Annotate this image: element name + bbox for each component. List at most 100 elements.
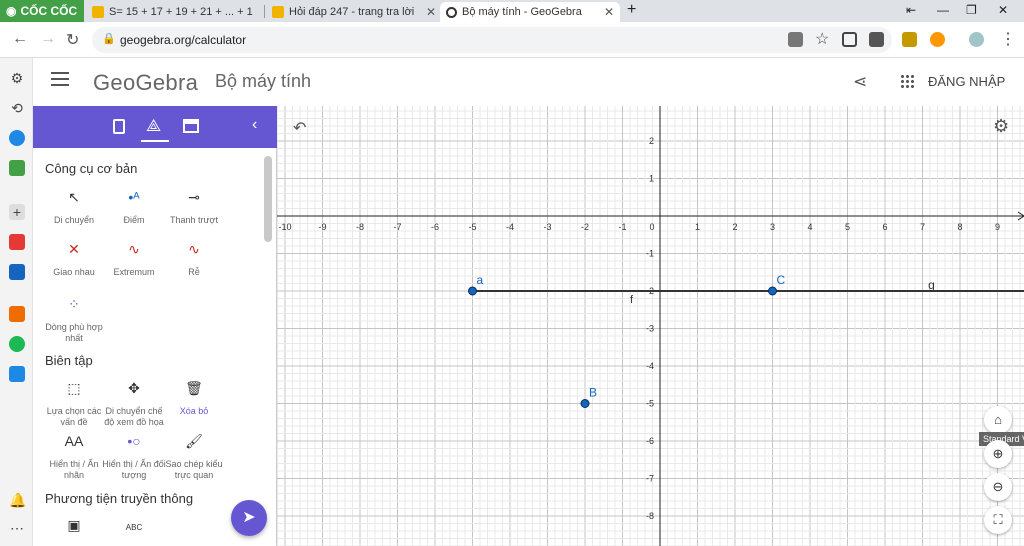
new-tab-button[interactable]: + [627,1,636,19]
tool-image[interactable]: ▣ [42,517,106,543]
x-tick-label: -8 [356,222,364,232]
x-tick-label: 5 [845,222,850,232]
table-icon[interactable] [183,119,199,133]
tool-point[interactable]: •ᴬ Điểm [102,190,166,226]
coordinate-plane[interactable]: -10 -9 -8 -7 -6 -5 -4 -3 -2 -1 0 1 2 3 4 5 6 7 8 921-1-2-3-… [277,106,1024,546]
more-icon[interactable]: ⋯ [9,520,25,536]
panel-toolbar: ⟁ ‹ [33,106,277,148]
tool-show-hide-object[interactable]: •○ Hiển thị / Ẩn đối tượng [102,434,166,481]
close-icon[interactable]: ✕ [426,5,436,19]
browser-sidebar: ⚙ ⟲ + 🔔 ⋯ [0,58,33,546]
hamburger-menu-icon[interactable] [51,72,69,74]
download-icon[interactable] [869,32,884,47]
cursor-arrow-icon: ➤ [242,509,256,526]
brush-icon: 🖌 [185,433,203,449]
history-icon[interactable]: ⟲ [9,100,25,116]
forward-button[interactable]: → [40,30,56,48]
messenger-icon[interactable] [9,130,25,146]
x-tick-label: 2 [732,222,737,232]
fullscreen-button[interactable]: ⛶ [984,506,1012,534]
tool-slider[interactable]: ⊸ Thanh trượt [162,190,226,226]
active-tab-indicator [141,140,169,142]
tab-2[interactable]: Hỏi đáp 247 - trang tra lời ✕ [266,2,442,22]
tools-panel: ⟁ ‹ Công cụ cơ bản ↖ Di chuyển •ᴬ Điểm ⊸ Th… [33,106,277,546]
maximize-button[interactable]: ❐ [966,3,977,17]
home-button[interactable]: ⌂ [984,406,1012,434]
select-box-icon: ⬚ [67,380,81,396]
tab-list-icon[interactable]: ⇤ [906,3,916,17]
login-button[interactable]: ĐĂNG NHẬP [928,74,1005,89]
share-icon[interactable]: ⋖ [853,72,867,92]
x-tick-label: 3 [770,222,775,232]
reload-button[interactable]: ↻ [66,30,79,50]
zoom-in-button[interactable]: ⊕ [984,440,1012,468]
tool-select-objects[interactable]: ⬚ Lựa chọn các vấn đề [42,380,106,428]
point-label: B [589,386,597,400]
coccoc-brand[interactable]: ◉ CỐC CỐC [0,0,84,22]
tab-1[interactable]: S= 15 + 17 + 19 + 21 + ... + 1 [86,2,262,22]
tool-roots[interactable]: ∿ Rễ [162,242,226,278]
add-icon[interactable]: + [9,204,25,220]
calculator-icon[interactable] [113,119,125,134]
facebook-icon[interactable] [9,264,25,280]
menu-dots-icon[interactable]: ⋮ [1000,29,1016,49]
lock-icon: 🔒 [102,33,116,45]
address-bar: ← → ↻ 🔒 geogebra.org/calculator ☆ ⋮ [0,22,1024,58]
axis-label-f: f [630,294,634,306]
tool-text[interactable]: ABC [102,522,166,533]
tool-move-graphics-view[interactable]: ✥ Di chuyển chế độ xem đồ họa [102,381,166,428]
avatar[interactable] [969,32,984,47]
cursor-fab-button[interactable]: ➤ [231,500,267,536]
tool-delete[interactable]: 🗑 Xóa bỏ [162,381,226,417]
fullscreen-icon: ⛶ [993,512,1003,527]
tab-3-active[interactable]: Bộ máy tính - GeoGebra ✕ [440,2,620,22]
notification-bell-icon[interactable]: 🔔 [9,492,26,508]
sale-icon[interactable] [9,366,25,382]
shop-icon[interactable] [9,306,25,322]
best-fit-line-icon: ⁘ [68,296,80,312]
tools-shapes-icon[interactable]: ⟁ [146,116,161,136]
collapse-chevron-icon[interactable]: ‹ [252,116,257,134]
page-title: Bộ máy tính [215,71,312,91]
settings-gear-icon[interactable]: ⚙ [993,116,1009,137]
x-tick-label: 9 [995,222,1000,232]
bookmark-star-icon[interactable]: ☆ [815,29,829,49]
image-icon: ▣ [67,517,81,533]
tab-title: Bộ máy tính - GeoGebra [462,6,582,18]
cursor-arrow-icon: ↖ [68,189,80,205]
apps-grid-icon[interactable] [900,74,914,88]
youtube-icon[interactable] [9,234,25,250]
y-tick-label: -1 [646,249,654,259]
tool-intersect[interactable]: ✕ Giao nhau [42,241,106,278]
y-tick-label: -5 [646,399,654,409]
translate-icon[interactable] [788,32,803,47]
graphics-view[interactable]: -10 -9 -8 -7 -6 -5 -4 -3 -2 -1 0 1 2 3 4 5 6 7 8 9 2 1 -1 -2 -3-… [277,106,1024,546]
tool-best-fit-line[interactable]: ⁘ Dòng phù hợp nhất [42,296,106,344]
zoom-out-button[interactable]: ⊖ [984,473,1012,501]
close-window-button[interactable]: ✕ [998,3,1008,17]
minimize-button[interactable]: — [937,3,949,17]
x-tick-label: -10 [278,222,291,232]
tool-show-hide-label[interactable]: AA Hiển thị / Ẩn nhãn [42,434,106,481]
undo-icon[interactable]: ↶ [293,118,306,138]
back-button[interactable]: ← [12,30,28,48]
shield-icon[interactable] [842,32,857,47]
game-icon[interactable] [9,160,25,176]
extension-icon[interactable] [930,32,945,47]
url-text: geogebra.org/calculator [120,33,247,47]
panel-scrollbar[interactable] [264,156,272,242]
tool-copy-visual-style[interactable]: 🖌 Sao chép kiểu trực quan [162,433,226,481]
home-icon: ⌂ [994,412,1002,427]
section-basic-tools: Công cụ cơ bản [45,161,138,176]
close-icon[interactable]: ✕ [604,5,614,19]
intersect-icon: ✕ [68,241,80,257]
tab-title: Hỏi đáp 247 - trang tra lời [289,6,415,18]
y-tick-label: -4 [646,361,654,371]
settings-icon[interactable]: ⚙ [9,70,25,86]
x-tick-label: 8 [957,222,962,232]
extension-icon[interactable] [902,32,917,47]
tool-move[interactable]: ↖ Di chuyển [42,189,106,226]
spotify-icon[interactable] [9,336,25,352]
tool-extremum[interactable]: ∿ Extremum [102,242,166,278]
section-media: Phương tiện truyền thông [45,491,194,506]
